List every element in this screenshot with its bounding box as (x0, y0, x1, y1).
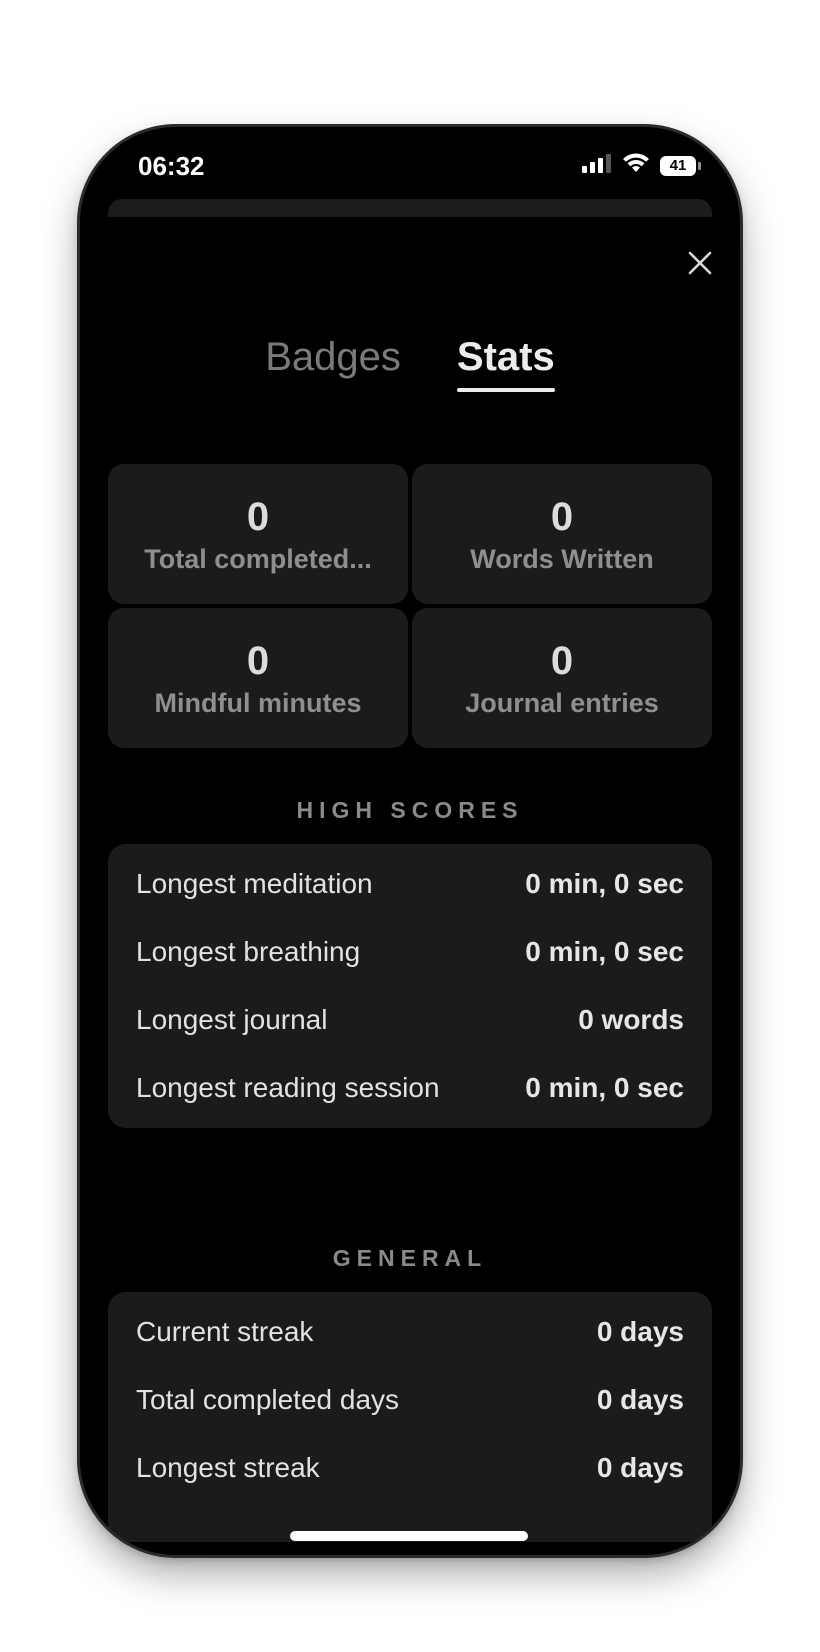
general-heading: GENERAL (332, 1245, 488, 1271)
stat-value: 0 (246, 494, 270, 539)
row-value: 0 min, 0 sec (525, 936, 684, 967)
stat-label: Journal entries (465, 687, 659, 718)
close-icon (687, 246, 713, 284)
tab-badges[interactable]: Badges (265, 335, 401, 390)
row-value: 0 days (596, 1384, 684, 1415)
row-label: Longest breathing (136, 936, 361, 967)
home-indicator[interactable] (290, 1531, 528, 1541)
list-item: Longest meditation 0 min, 0 sec (108, 850, 712, 918)
row-value: 0 min, 0 sec (525, 1072, 684, 1103)
row-value: 0 days (596, 1316, 684, 1347)
general-card: Current streak 0 days Total completed da… (108, 1292, 712, 1542)
wifi-icon (622, 153, 650, 178)
tab-bar: Badges Stats (80, 335, 740, 392)
stat-label: Total completed... (144, 543, 372, 574)
list-item: Longest journal 0 words (108, 986, 712, 1054)
list-item: Longest breathing 0 min, 0 sec (108, 918, 712, 986)
row-value: 0 days (596, 1452, 684, 1483)
phone-screen: 06:32 41 Badges Stats 0 Total completed.… (80, 127, 740, 1555)
row-label: Total completed days (136, 1384, 400, 1415)
stat-value: 0 (246, 638, 270, 683)
stat-card-journal-entries: 0 Journal entries (412, 608, 712, 748)
row-label: Current streak (136, 1316, 314, 1347)
high-scores-heading: HIGH SCORES (296, 797, 524, 823)
battery-icon: 41 (660, 155, 701, 176)
status-time: 06:32 (138, 151, 205, 181)
stat-label: Words Written (470, 543, 654, 574)
status-bar: 06:32 41 (80, 127, 740, 207)
stat-value: 0 (550, 494, 574, 539)
row-value: 0 min, 0 sec (525, 868, 684, 899)
tab-stats[interactable]: Stats (456, 335, 555, 392)
stats-grid: 0 Total completed... 0 Words Written 0 M… (108, 464, 712, 748)
status-icons: 41 (582, 153, 701, 178)
row-label: Longest journal (136, 1004, 328, 1035)
high-scores-card: Longest meditation 0 min, 0 sec Longest … (108, 844, 712, 1128)
stat-label: Mindful minutes (154, 687, 362, 718)
cellular-signal-icon (582, 153, 612, 178)
list-item: Current streak 0 days (108, 1298, 712, 1366)
list-item: Longest reading session 0 min, 0 sec (108, 1054, 712, 1122)
row-value: 0 words (578, 1004, 684, 1035)
stat-card-words-written: 0 Words Written (412, 464, 712, 604)
row-label: Longest streak (136, 1452, 320, 1483)
close-button[interactable] (684, 249, 716, 281)
stat-card-mindful-minutes: 0 Mindful minutes (108, 608, 408, 748)
background-sheet-edge (108, 199, 712, 217)
row-label: Longest reading session (136, 1072, 440, 1103)
row-label: Longest meditation (136, 868, 373, 899)
stat-card-total-completed: 0 Total completed... (108, 464, 408, 604)
list-item: Longest streak 0 days (108, 1434, 712, 1502)
list-item: Total completed days 0 days (108, 1366, 712, 1434)
stat-value: 0 (550, 638, 574, 683)
